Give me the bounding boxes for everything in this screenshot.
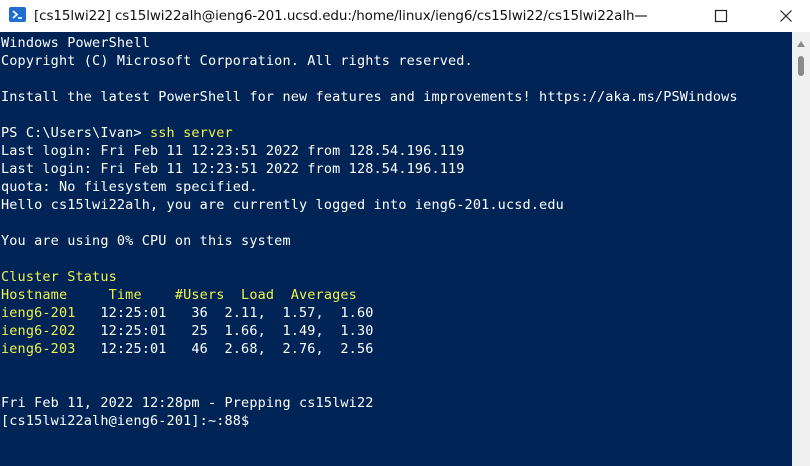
cpu-line: You are using 0% CPU on this system (1, 233, 291, 249)
powershell-icon (9, 7, 26, 22)
footer-line: Fri Feb 11, 2022 12:28pm - Prepping cs15… (1, 395, 374, 411)
cluster-header: Hostname Time #Users Load Averages (1, 287, 357, 303)
login-line: Last login: Fri Feb 11 12:23:51 2022 fro… (1, 161, 465, 177)
title-bar[interactable]: [cs15lwi22] cs15lwi22alh@ieng6-201.ucsd.… (0, 0, 810, 32)
quota-line: quota: No filesystem specified. (1, 179, 258, 195)
install-line: Install the latest PowerShell for new fe… (1, 89, 738, 105)
cluster-title: Cluster Status (1, 269, 117, 285)
hello-line: Hello cs15lwi22alh, you are currently lo… (1, 197, 564, 213)
login-line: Last login: Fri Feb 11 12:23:51 2022 fro… (1, 143, 465, 159)
cluster-host: ieng6-201 (1, 305, 76, 321)
scroll-thumb[interactable] (798, 56, 804, 76)
prompt-command: ssh server (150, 125, 233, 141)
cluster-stats: 12:25:01 36 2.11, 1.57, 1.60 (75, 305, 374, 321)
window-title: [cs15lwi22] cs15lwi22alh@ieng6-201.ucsd.… (34, 8, 635, 24)
close-icon (780, 10, 792, 22)
copyright-line: Copyright (C) Microsoft Corporation. All… (1, 53, 473, 69)
minimize-button[interactable] (618, 0, 664, 32)
scroll-up-icon[interactable] (797, 41, 805, 47)
command-prompt-line: PS C:\Users\Ivan> ssh server (1, 124, 233, 142)
cluster-row: ieng6-201 12:25:01 36 2.11, 1.57, 1.60 (1, 304, 374, 322)
shell-prompt[interactable]: [cs15lwi22alh@ieng6-201]:~:88$ (1, 412, 249, 430)
cluster-host: ieng6-202 (1, 323, 76, 339)
minimize-icon (635, 15, 647, 17)
maximize-button[interactable] (698, 0, 744, 32)
prompt-path: PS C:\Users\Ivan> (1, 125, 150, 141)
cluster-stats: 12:25:01 46 2.68, 2.76, 2.56 (75, 341, 374, 357)
cluster-row: ieng6-202 12:25:01 25 1.66, 1.49, 1.30 (1, 322, 374, 340)
maximize-icon (714, 9, 728, 23)
header-line: Windows PowerShell (1, 35, 150, 51)
terminal-output[interactable]: Windows PowerShell Copyright (C) Microso… (0, 32, 792, 466)
cluster-stats: 12:25:01 25 1.66, 1.49, 1.30 (75, 323, 374, 339)
cluster-row: ieng6-203 12:25:01 46 2.68, 2.76, 2.56 (1, 340, 374, 358)
close-button[interactable] (763, 0, 809, 32)
cluster-host: ieng6-203 (1, 341, 76, 357)
vertical-scrollbar[interactable] (792, 32, 810, 466)
